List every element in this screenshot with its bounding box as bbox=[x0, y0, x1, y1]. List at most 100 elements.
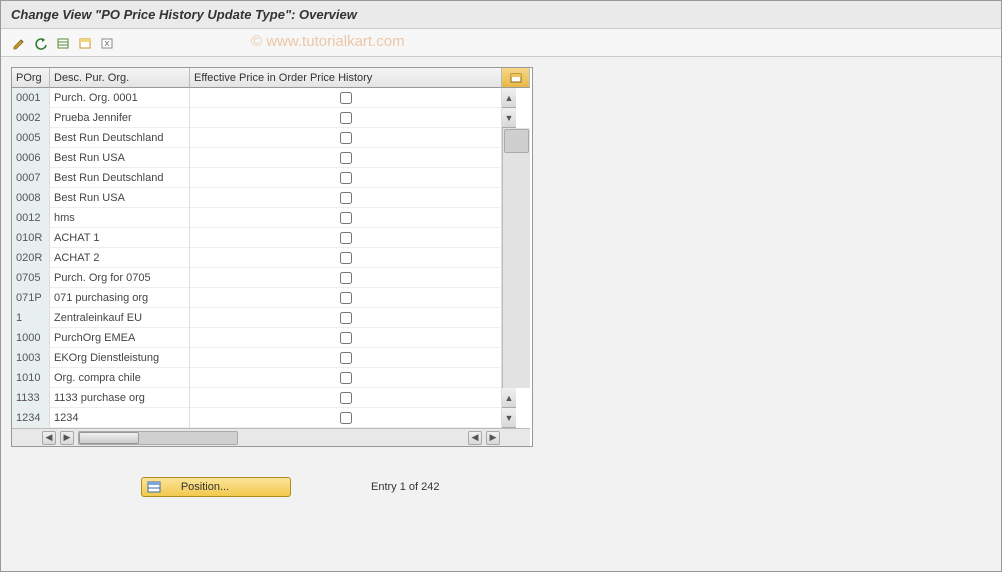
cell-desc[interactable]: Zentraleinkauf EU bbox=[50, 308, 190, 328]
cell-desc[interactable]: 1133 purchase org bbox=[50, 388, 190, 408]
change-icon[interactable] bbox=[9, 33, 29, 53]
cell-effective[interactable] bbox=[190, 248, 502, 268]
cell-effective[interactable] bbox=[190, 208, 502, 228]
cell-desc[interactable]: Best Run USA bbox=[50, 188, 190, 208]
cell-porg[interactable]: 020R bbox=[12, 248, 50, 268]
hscroll-track[interactable] bbox=[78, 431, 238, 445]
entry-counter: Entry 1 of 242 bbox=[371, 481, 440, 493]
position-button[interactable]: Position... bbox=[141, 477, 291, 497]
table: POrg Desc. Pur. Org. Effective Price in … bbox=[11, 67, 533, 447]
cell-porg[interactable]: 0012 bbox=[12, 208, 50, 228]
cell-porg[interactable]: 0001 bbox=[12, 88, 50, 108]
vscroll-thumb[interactable] bbox=[504, 129, 529, 153]
cell-porg[interactable]: 071P bbox=[12, 288, 50, 308]
hscroll-right[interactable]: ▶ bbox=[486, 431, 500, 445]
effective-checkbox[interactable] bbox=[340, 412, 352, 424]
cell-effective[interactable] bbox=[190, 348, 502, 368]
deselect-icon[interactable] bbox=[97, 33, 117, 53]
cell-porg[interactable]: 1234 bbox=[12, 408, 50, 428]
cell-desc[interactable]: 1234 bbox=[50, 408, 190, 428]
scroll-down-button[interactable]: ▼ bbox=[502, 408, 516, 428]
select-all-icon[interactable] bbox=[53, 33, 73, 53]
cell-desc[interactable]: Best Run Deutschland bbox=[50, 128, 190, 148]
vscroll-track[interactable] bbox=[502, 128, 530, 388]
cell-desc[interactable]: Purch. Org. 0001 bbox=[50, 88, 190, 108]
cell-porg[interactable]: 1000 bbox=[12, 328, 50, 348]
cell-desc[interactable]: hms bbox=[50, 208, 190, 228]
cell-porg[interactable]: 010R bbox=[12, 228, 50, 248]
effective-checkbox[interactable] bbox=[340, 212, 352, 224]
cell-effective[interactable] bbox=[190, 308, 502, 328]
undo-icon[interactable] bbox=[31, 33, 51, 53]
cell-porg[interactable]: 1010 bbox=[12, 368, 50, 388]
cell-effective[interactable] bbox=[190, 288, 502, 308]
cell-porg[interactable]: 0705 bbox=[12, 268, 50, 288]
hscroll-left-end[interactable]: ◀ bbox=[468, 431, 482, 445]
cell-porg[interactable]: 1 bbox=[12, 308, 50, 328]
cell-effective[interactable] bbox=[190, 188, 502, 208]
cell-effective[interactable] bbox=[190, 88, 502, 108]
cell-desc[interactable]: 071 purchasing org bbox=[50, 288, 190, 308]
effective-checkbox[interactable] bbox=[340, 312, 352, 324]
position-icon bbox=[146, 480, 162, 494]
cell-porg[interactable]: 0008 bbox=[12, 188, 50, 208]
cell-desc[interactable]: ACHAT 1 bbox=[50, 228, 190, 248]
cell-desc[interactable]: Org. compra chile bbox=[50, 368, 190, 388]
scroll-up-button[interactable]: ▲ bbox=[502, 88, 516, 108]
cell-porg[interactable]: 1003 bbox=[12, 348, 50, 368]
effective-checkbox[interactable] bbox=[340, 292, 352, 304]
effective-checkbox[interactable] bbox=[340, 392, 352, 404]
effective-checkbox[interactable] bbox=[340, 92, 352, 104]
cell-desc[interactable]: Purch. Org for 0705 bbox=[50, 268, 190, 288]
cell-effective[interactable] bbox=[190, 328, 502, 348]
effective-checkbox[interactable] bbox=[340, 232, 352, 244]
cell-porg[interactable]: 0007 bbox=[12, 168, 50, 188]
cell-effective[interactable] bbox=[190, 128, 502, 148]
cell-porg[interactable]: 1133 bbox=[12, 388, 50, 408]
cell-porg[interactable]: 0002 bbox=[12, 108, 50, 128]
cell-effective[interactable] bbox=[190, 168, 502, 188]
cell-desc[interactable]: ACHAT 2 bbox=[50, 248, 190, 268]
effective-checkbox[interactable] bbox=[340, 272, 352, 284]
effective-checkbox[interactable] bbox=[340, 112, 352, 124]
watermark: © www.tutorialkart.com bbox=[251, 33, 405, 50]
scroll-up-arrow-bottom[interactable]: ▲ bbox=[502, 388, 516, 408]
effective-checkbox[interactable] bbox=[340, 252, 352, 264]
cell-porg[interactable]: 0006 bbox=[12, 148, 50, 168]
select-block-icon[interactable] bbox=[75, 33, 95, 53]
cell-desc[interactable]: PurchOrg EMEA bbox=[50, 328, 190, 348]
effective-checkbox[interactable] bbox=[340, 192, 352, 204]
cell-desc[interactable]: EKOrg Dienstleistung bbox=[50, 348, 190, 368]
cell-effective[interactable] bbox=[190, 368, 502, 388]
cell-effective[interactable] bbox=[190, 228, 502, 248]
cell-effective[interactable] bbox=[190, 148, 502, 168]
cell-effective[interactable] bbox=[190, 268, 502, 288]
content-area: POrg Desc. Pur. Org. Effective Price in … bbox=[1, 57, 1001, 507]
cell-effective[interactable] bbox=[190, 408, 502, 428]
hscroll: ◀ ▶ ◀ ▶ bbox=[12, 428, 530, 446]
cell-effective[interactable] bbox=[190, 388, 502, 408]
position-label: Position... bbox=[181, 481, 229, 493]
footer: Position... Entry 1 of 242 bbox=[11, 477, 991, 497]
col-header-desc[interactable]: Desc. Pur. Org. bbox=[50, 68, 190, 88]
cell-desc[interactable]: Best Run Deutschland bbox=[50, 168, 190, 188]
hscroll-right-step[interactable]: ▶ bbox=[60, 431, 74, 445]
toolbar: © www.tutorialkart.com bbox=[1, 29, 1001, 57]
col-header-effective[interactable]: Effective Price in Order Price History bbox=[190, 68, 502, 88]
cell-porg[interactable]: 0005 bbox=[12, 128, 50, 148]
hscroll-thumb[interactable] bbox=[79, 432, 139, 444]
table-config-button[interactable] bbox=[502, 68, 530, 88]
effective-checkbox[interactable] bbox=[340, 372, 352, 384]
effective-checkbox[interactable] bbox=[340, 132, 352, 144]
scroll-down-arrow-top[interactable]: ▼ bbox=[502, 108, 516, 128]
effective-checkbox[interactable] bbox=[340, 152, 352, 164]
hscroll-left[interactable]: ◀ bbox=[42, 431, 56, 445]
effective-checkbox[interactable] bbox=[340, 352, 352, 364]
cell-effective[interactable] bbox=[190, 108, 502, 128]
page-title: Change View "PO Price History Update Typ… bbox=[1, 1, 1001, 29]
cell-desc[interactable]: Best Run USA bbox=[50, 148, 190, 168]
col-header-porg[interactable]: POrg bbox=[12, 68, 50, 88]
cell-desc[interactable]: Prueba Jennifer bbox=[50, 108, 190, 128]
effective-checkbox[interactable] bbox=[340, 172, 352, 184]
effective-checkbox[interactable] bbox=[340, 332, 352, 344]
